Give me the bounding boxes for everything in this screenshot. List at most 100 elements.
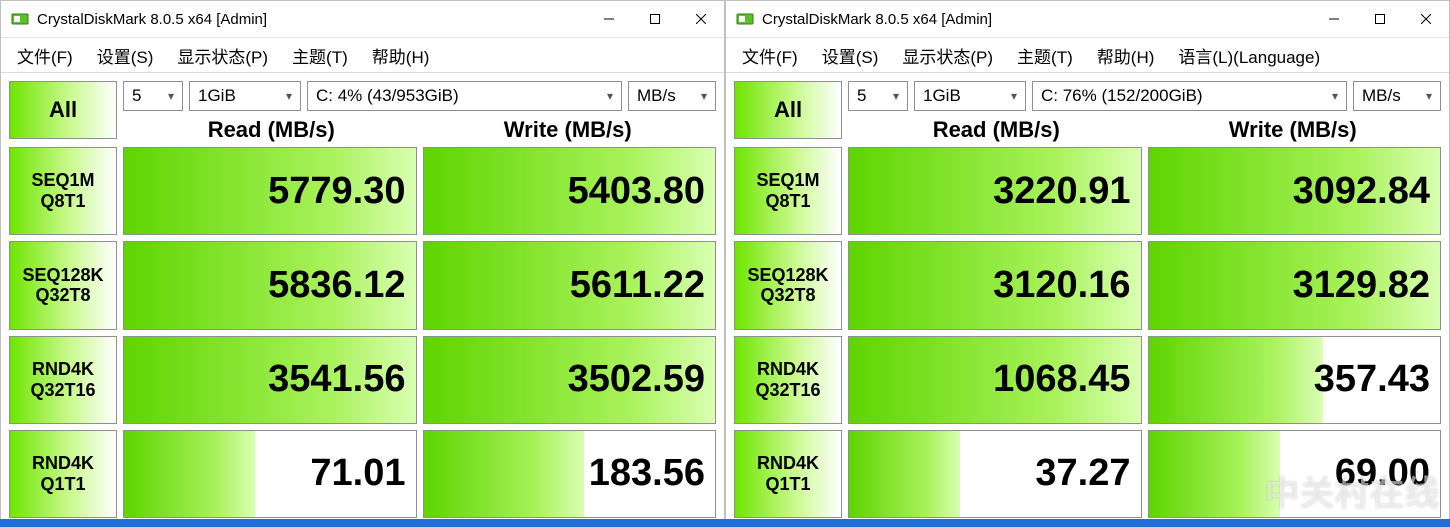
read-cell: 5779.30 [123,147,417,235]
test-label-1: SEQ128K [747,265,828,286]
read-header: Read (MB/s) [848,117,1145,141]
write-cell: 183.56 [423,430,717,518]
chevron-down-icon: ▾ [1011,89,1017,103]
runs-select[interactable]: 5▾ [123,81,183,111]
test-button-rnd4k-q1t1[interactable]: RND4K Q1T1 [9,430,117,518]
test-button-seq128k-q32t8[interactable]: SEQ128K Q32T8 [734,241,842,329]
unit-select[interactable]: MB/s ▾ [1353,81,1441,111]
test-button-rnd4k-q32t16[interactable]: RND4K Q32T16 [9,336,117,424]
test-label-2: Q1T1 [765,474,810,495]
menu-theme[interactable]: 主题(T) [1005,39,1085,72]
result-row: SEQ1M Q8T1 3220.91 3092.84 [734,147,1441,235]
write-cell: 69.00 [1148,430,1442,518]
menu-file[interactable]: 文件(F) [5,39,85,72]
read-cell: 1068.45 [848,336,1142,424]
write-value: 3129.82 [1293,264,1430,307]
read-value: 5836.12 [268,264,405,307]
read-cell: 3120.16 [848,241,1142,329]
test-button-rnd4k-q32t16[interactable]: RND4K Q32T16 [734,336,842,424]
drive-value: C: 76% (152/200GiB) [1041,86,1203,106]
titlebar[interactable]: CrystalDiskMark 8.0.5 x64 [Admin] [726,1,1449,38]
window-controls [586,1,724,37]
write-header: Write (MB/s) [1145,117,1442,141]
window-controls [1311,1,1449,37]
app-icon [11,10,29,28]
test-button-seq128k-q32t8[interactable]: SEQ128K Q32T8 [9,241,117,329]
test-button-rnd4k-q1t1[interactable]: RND4K Q1T1 [734,430,842,518]
run-all-button[interactable]: All [9,81,117,139]
test-label-1: RND4K [32,359,94,380]
desktop: CrystalDiskMark 8.0.5 x64 [Admin] 文件(F) … [0,0,1450,527]
write-cell: 5403.80 [423,147,717,235]
chevron-down-icon: ▾ [607,89,613,103]
results-grid: SEQ1M Q8T1 3220.91 3092.84 SEQ128K Q32T8… [726,141,1449,526]
runs-select[interactable]: 5▾ [848,81,908,111]
result-row: SEQ128K Q32T8 5836.12 5611.22 [9,241,716,329]
test-label-1: RND4K [757,453,819,474]
chevron-down-icon: ▾ [1426,89,1432,103]
maximize-button[interactable] [632,1,678,37]
menu-status[interactable]: 显示状态(P) [165,39,280,72]
write-cell: 5611.22 [423,241,717,329]
size-value: 1GiB [198,86,236,106]
size-select[interactable]: 1GiB ▾ [189,81,301,111]
fill-bar [1149,431,1280,517]
read-value: 71.01 [310,452,405,495]
runs-value: 5 [132,86,141,106]
chevron-down-icon: ▾ [701,89,707,103]
write-header: Write (MB/s) [420,117,717,141]
menu-help[interactable]: 帮助(H) [360,39,442,72]
controls-row: All 5▾ 1GiB▾ C: 76% (152/200GiB)▾ MB/s▾ … [726,73,1449,141]
write-value: 5611.22 [570,264,705,307]
menu-status[interactable]: 显示状态(P) [890,39,1005,72]
write-cell: 3129.82 [1148,241,1442,329]
controls-row: All 5▾ 1GiB▾ C: 4% (43/953GiB)▾ MB/s▾ Re… [1,73,724,141]
write-cell: 3502.59 [423,336,717,424]
size-select[interactable]: 1GiB▾ [914,81,1026,111]
menubar: 文件(F) 设置(S) 显示状态(P) 主题(T) 帮助(H) 语言(L)(La… [726,38,1449,73]
minimize-button[interactable] [1311,1,1357,37]
test-label-2: Q32T8 [760,285,815,306]
app-icon [736,10,754,28]
menu-file[interactable]: 文件(F) [730,39,810,72]
maximize-button[interactable] [1357,1,1403,37]
menu-settings[interactable]: 设置(S) [85,39,166,72]
close-button[interactable] [678,1,724,37]
test-label-2: Q32T16 [30,380,95,401]
drive-select[interactable]: C: 4% (43/953GiB)▾ [307,81,622,111]
read-cell: 3220.91 [848,147,1142,235]
fill-bar [849,431,960,517]
taskbar[interactable] [0,519,1450,527]
result-row: SEQ1M Q8T1 5779.30 5403.80 [9,147,716,235]
test-button-seq1m-q8t1[interactable]: SEQ1M Q8T1 [9,147,117,235]
fill-bar [424,431,584,517]
chevron-down-icon: ▾ [1332,89,1338,103]
read-value: 1068.45 [993,358,1130,401]
titlebar[interactable]: CrystalDiskMark 8.0.5 x64 [Admin] [1,1,724,38]
menu-language[interactable]: 语言(L)(Language) [1166,39,1332,72]
result-row: RND4K Q32T16 1068.45 357.43 [734,336,1441,424]
close-button[interactable] [1403,1,1449,37]
test-label-1: RND4K [757,359,819,380]
menu-settings[interactable]: 设置(S) [810,39,891,72]
read-cell: 37.27 [848,430,1142,518]
read-value: 3120.16 [993,264,1130,307]
write-cell: 3092.84 [1148,147,1442,235]
read-value: 37.27 [1035,452,1130,495]
write-cell: 357.43 [1148,336,1442,424]
unit-value: MB/s [1362,86,1401,106]
read-value: 5779.30 [268,170,405,213]
unit-select[interactable]: MB/s ▾ [628,81,716,111]
read-cell: 5836.12 [123,241,417,329]
menu-help[interactable]: 帮助(H) [1085,39,1167,72]
window-title: CrystalDiskMark 8.0.5 x64 [Admin] [762,11,1311,28]
chevron-down-icon: ▾ [286,89,292,103]
drive-select[interactable]: C: 76% (152/200GiB) ▾ [1032,81,1347,111]
run-all-button[interactable]: All [734,81,842,139]
test-button-seq1m-q8t1[interactable]: SEQ1M Q8T1 [734,147,842,235]
unit-value: MB/s [637,86,676,106]
window-title: CrystalDiskMark 8.0.5 x64 [Admin] [37,11,586,28]
minimize-button[interactable] [586,1,632,37]
menu-theme[interactable]: 主题(T) [280,39,360,72]
runs-value: 5 [857,86,866,106]
